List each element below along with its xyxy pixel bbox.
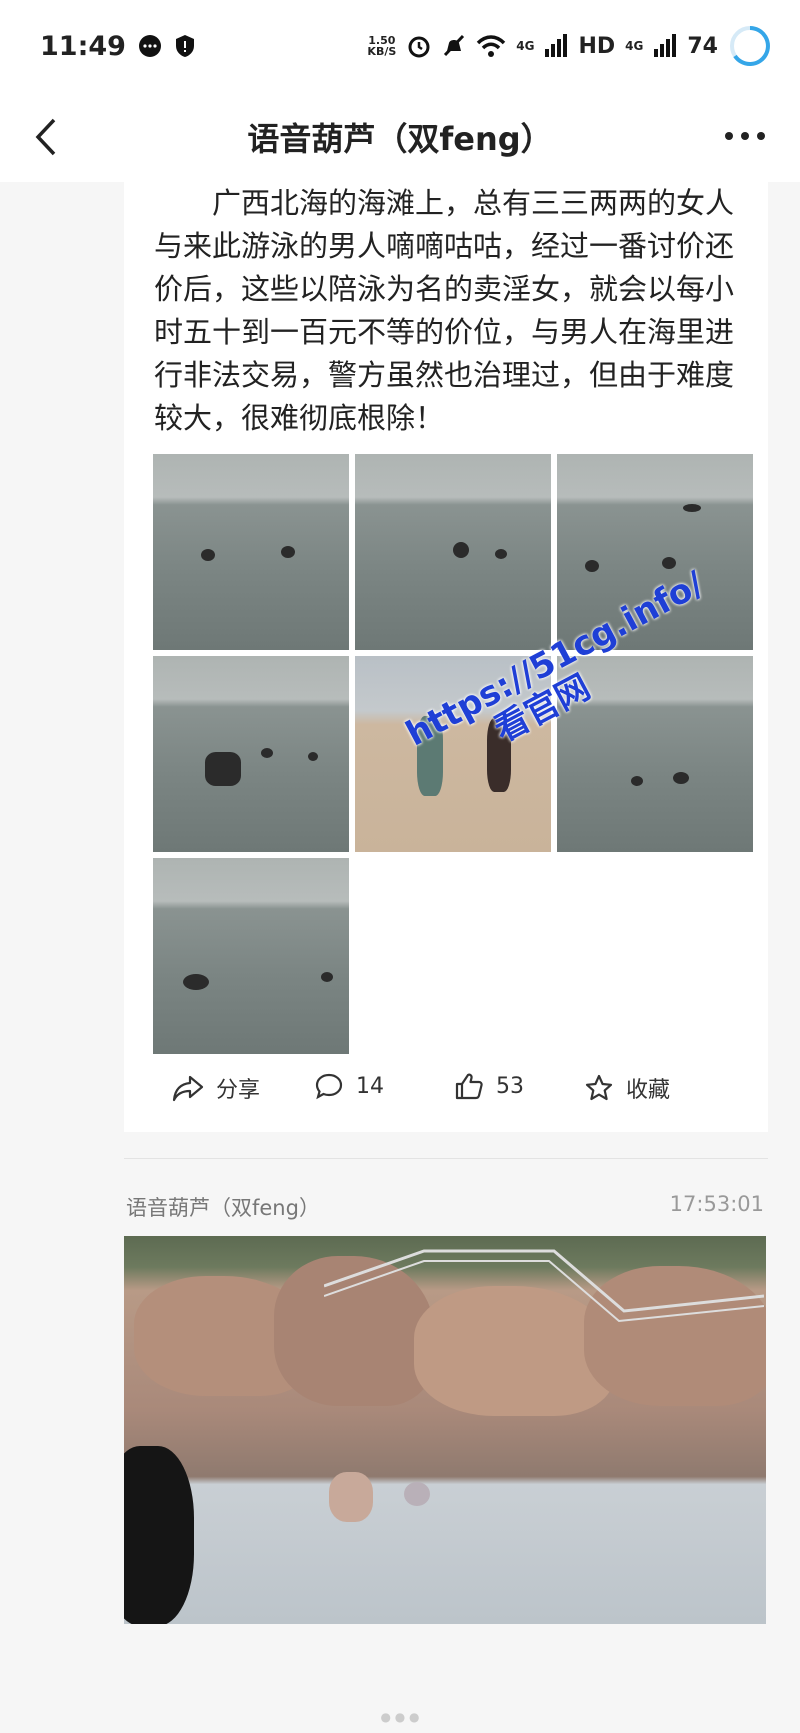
alarm-icon [408, 36, 430, 58]
signal-icon-a [545, 34, 568, 57]
like-button[interactable]: 53 [454, 1072, 524, 1100]
status-left: 11:49 [40, 31, 196, 62]
next-post-author[interactable]: 语音葫芦（双feng） [126, 1192, 320, 1222]
home-indicator: ● ● ● [380, 1710, 420, 1724]
hd-label: HD [578, 33, 616, 59]
photo-thumbnail[interactable] [355, 454, 551, 650]
divider [124, 1158, 768, 1159]
shield-icon [175, 35, 194, 57]
mute-bell-icon [444, 34, 465, 57]
post-text: 广西北海的海滩上，总有三三两两的女人与来此游泳的男人嘀嘀咕咕，经过一番讨价还价后… [154, 186, 735, 435]
back-arrow-icon[interactable] [28, 112, 68, 162]
comment-button[interactable]: 14 [314, 1072, 384, 1100]
more-menu-icon[interactable] [720, 114, 770, 158]
network-speed: 1.50 KB/S [367, 34, 397, 58]
stairway-railing [324, 1249, 764, 1323]
network-type-a: 4G [516, 39, 535, 53]
chat-bubble-icon [138, 35, 161, 57]
comment-icon [315, 1073, 343, 1100]
wifi-icon [477, 35, 506, 57]
photo-thumbnail[interactable] [153, 454, 349, 650]
photo-thumbnail[interactable] [153, 858, 349, 1054]
signal-icon-b [654, 34, 677, 57]
thumbs-up-icon [455, 1073, 483, 1100]
status-time: 11:49 [40, 30, 126, 62]
photo-thumbnail[interactable] [153, 656, 349, 852]
network-type-b: 4G [625, 39, 644, 53]
battery-ring-icon [730, 26, 770, 66]
favorite-button[interactable]: 收藏 [584, 1072, 670, 1104]
status-bar: 11:49 1.50 KB/S 4G HD 4G 74 [0, 0, 800, 92]
page-title: 语音葫芦（双feng） [247, 120, 553, 158]
share-button[interactable]: 分享 [172, 1072, 260, 1104]
next-post-photo[interactable] [124, 1236, 766, 1624]
star-icon [585, 1074, 613, 1101]
share-icon [172, 1075, 204, 1102]
status-right: 1.50 KB/S 4G HD 4G 74 [367, 24, 772, 68]
next-post-time: 17:53:01 [669, 1192, 764, 1216]
battery-level: 74 [687, 33, 718, 59]
post-actions: 分享 14 53 收藏 [124, 1062, 768, 1122]
nav-bar: 语音葫芦（双feng） [0, 92, 800, 182]
